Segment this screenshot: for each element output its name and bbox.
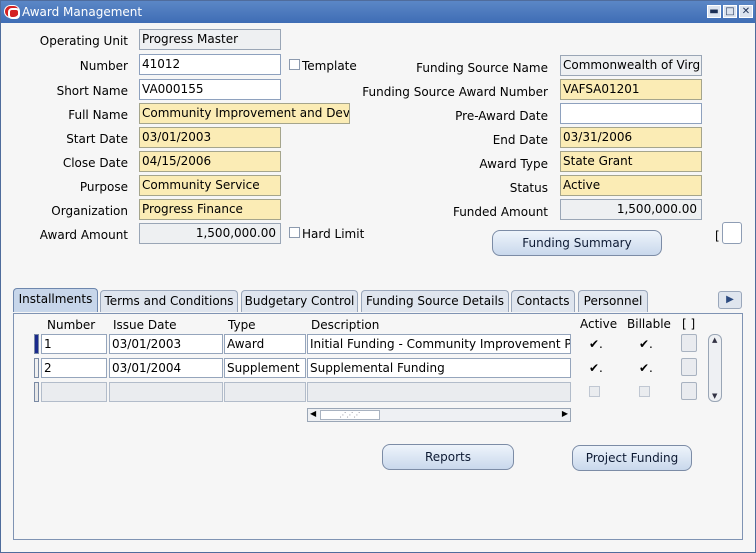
short-name-field[interactable]: VA000155	[139, 79, 281, 100]
scroll-thumb[interactable]: ⋰⋰⋰	[320, 410, 380, 420]
start-date-label: Start Date	[66, 132, 128, 146]
row-2-description[interactable]: Supplemental Funding	[307, 358, 571, 378]
award-amount-label: Award Amount	[39, 228, 128, 242]
award-management-window: Award Management ▬ □ ✕ Operating Unit Pr…	[0, 0, 756, 553]
row-3-active-checkbox[interactable]	[589, 386, 600, 397]
col-header-bracket: [ ]	[682, 317, 696, 331]
maximize-button[interactable]: □	[723, 5, 737, 18]
funding-source-name-field[interactable]: Commonwealth of Virgin	[560, 55, 702, 76]
award-type-label: Award Type	[479, 157, 548, 171]
number-field[interactable]: 41012	[139, 54, 281, 75]
funded-amount-label: Funded Amount	[452, 205, 548, 219]
row-1-description[interactable]: Initial Funding - Community Improvement …	[307, 334, 571, 354]
tab-personnel[interactable]: Personnel	[578, 290, 648, 312]
row-1-billable-checkbox[interactable]: ✔.	[639, 338, 653, 350]
oracle-logo-icon	[4, 5, 20, 19]
scroll-down-icon[interactable]: ▼	[712, 392, 717, 400]
col-header-issue-date: Issue Date	[113, 318, 177, 332]
status-field[interactable]: Active	[560, 175, 702, 196]
tab-budgetary-control[interactable]: Budgetary Control	[241, 290, 358, 312]
organization-label: Organization	[51, 204, 128, 218]
full-name-label: Full Name	[68, 108, 128, 122]
scroll-up-icon[interactable]: ▲	[712, 336, 717, 344]
col-header-description: Description	[311, 318, 380, 332]
row-1-active-checkbox[interactable]: ✔.	[589, 338, 603, 350]
row-2-flag-box[interactable]	[681, 358, 697, 376]
operating-unit-field[interactable]: Progress Master	[139, 29, 281, 50]
short-name-label: Short Name	[56, 84, 128, 98]
folder-icon[interactable]	[722, 222, 742, 244]
scroll-right-icon[interactable]: ▶	[562, 409, 568, 418]
row-3-description[interactable]	[307, 382, 571, 402]
row-indicator[interactable]	[34, 382, 39, 402]
col-header-type: Type	[228, 318, 256, 332]
template-label: Template	[302, 59, 357, 73]
title-bar: Award Management ▬ □ ✕	[1, 1, 755, 23]
number-label: Number	[79, 59, 128, 73]
col-header-number: Number	[47, 318, 96, 332]
row-3-type[interactable]	[224, 382, 306, 402]
tab-terms-and-conditions[interactable]: Terms and Conditions	[100, 290, 238, 312]
row-3-flag-box[interactable]	[681, 382, 697, 400]
scroll-left-icon[interactable]: ◀	[310, 409, 316, 418]
funding-summary-button[interactable]: Funding Summary	[492, 230, 662, 256]
row-1-number[interactable]: 1	[41, 334, 107, 354]
close-date-field[interactable]: 04/15/2006	[139, 151, 281, 172]
minimize-button[interactable]: ▬	[707, 5, 721, 18]
description-horizontal-scrollbar[interactable]: ◀ ⋰⋰⋰ ▶	[307, 408, 571, 422]
tab-installments[interactable]: Installments	[13, 288, 98, 312]
pre-award-date-label: Pre-Award Date	[455, 109, 548, 123]
row-3-number[interactable]	[41, 382, 107, 402]
row-2-billable-checkbox[interactable]: ✔.	[639, 362, 653, 374]
template-checkbox[interactable]	[289, 59, 300, 70]
tab-scroll-right-button[interactable]: ▶	[718, 291, 742, 309]
full-name-field[interactable]: Community Improvement and Develo	[139, 103, 350, 124]
row-indicator-current[interactable]	[34, 334, 39, 354]
operating-unit-label: Operating Unit	[39, 34, 128, 48]
row-2-number[interactable]: 2	[41, 358, 107, 378]
row-2-type[interactable]: Supplement	[224, 358, 306, 378]
row-3-issue-date[interactable]	[109, 382, 223, 402]
award-type-field[interactable]: State Grant	[560, 151, 702, 172]
tab-funding-source-details[interactable]: Funding Source Details	[361, 290, 509, 312]
row-1-type[interactable]: Award	[224, 334, 306, 354]
row-1-issue-date[interactable]: 03/01/2003	[109, 334, 223, 354]
award-amount-field[interactable]: 1,500,000.00	[139, 223, 281, 244]
hard-limit-checkbox[interactable]	[289, 227, 300, 238]
purpose-field[interactable]: Community Service	[139, 175, 281, 196]
tab-contacts[interactable]: Contacts	[511, 290, 575, 312]
hard-limit-label: Hard Limit	[302, 227, 365, 241]
bracket-open: [	[715, 229, 720, 243]
end-date-field[interactable]: 03/31/2006	[560, 127, 702, 148]
funded-amount-field[interactable]: 1,500,000.00	[560, 199, 702, 220]
reports-button[interactable]: Reports	[382, 444, 514, 470]
col-header-active: Active	[580, 317, 618, 331]
funding-source-award-number-label: Funding Source Award Number	[362, 85, 548, 99]
status-label: Status	[509, 181, 548, 195]
row-2-issue-date[interactable]: 03/01/2004	[109, 358, 223, 378]
start-date-field[interactable]: 03/01/2003	[139, 127, 281, 148]
organization-field[interactable]: Progress Finance	[139, 199, 281, 220]
row-1-flag-box[interactable]	[681, 334, 697, 352]
funding-source-award-number-field[interactable]: VAFSA01201	[560, 79, 702, 100]
pre-award-date-field[interactable]	[560, 103, 702, 124]
project-funding-button[interactable]: Project Funding	[572, 445, 692, 471]
row-indicator[interactable]	[34, 358, 39, 378]
window-title: Award Management	[22, 5, 143, 19]
close-date-label: Close Date	[62, 156, 128, 170]
end-date-label: End Date	[492, 133, 548, 147]
row-3-billable-checkbox[interactable]	[639, 386, 650, 397]
close-button[interactable]: ✕	[739, 5, 753, 18]
rows-vertical-scrollbar[interactable]: ▲ ▼	[708, 334, 722, 402]
col-header-billable: Billable	[627, 317, 671, 331]
row-2-active-checkbox[interactable]: ✔.	[589, 362, 603, 374]
funding-source-name-label: Funding Source Name	[416, 61, 548, 75]
purpose-label: Purpose	[79, 180, 128, 194]
